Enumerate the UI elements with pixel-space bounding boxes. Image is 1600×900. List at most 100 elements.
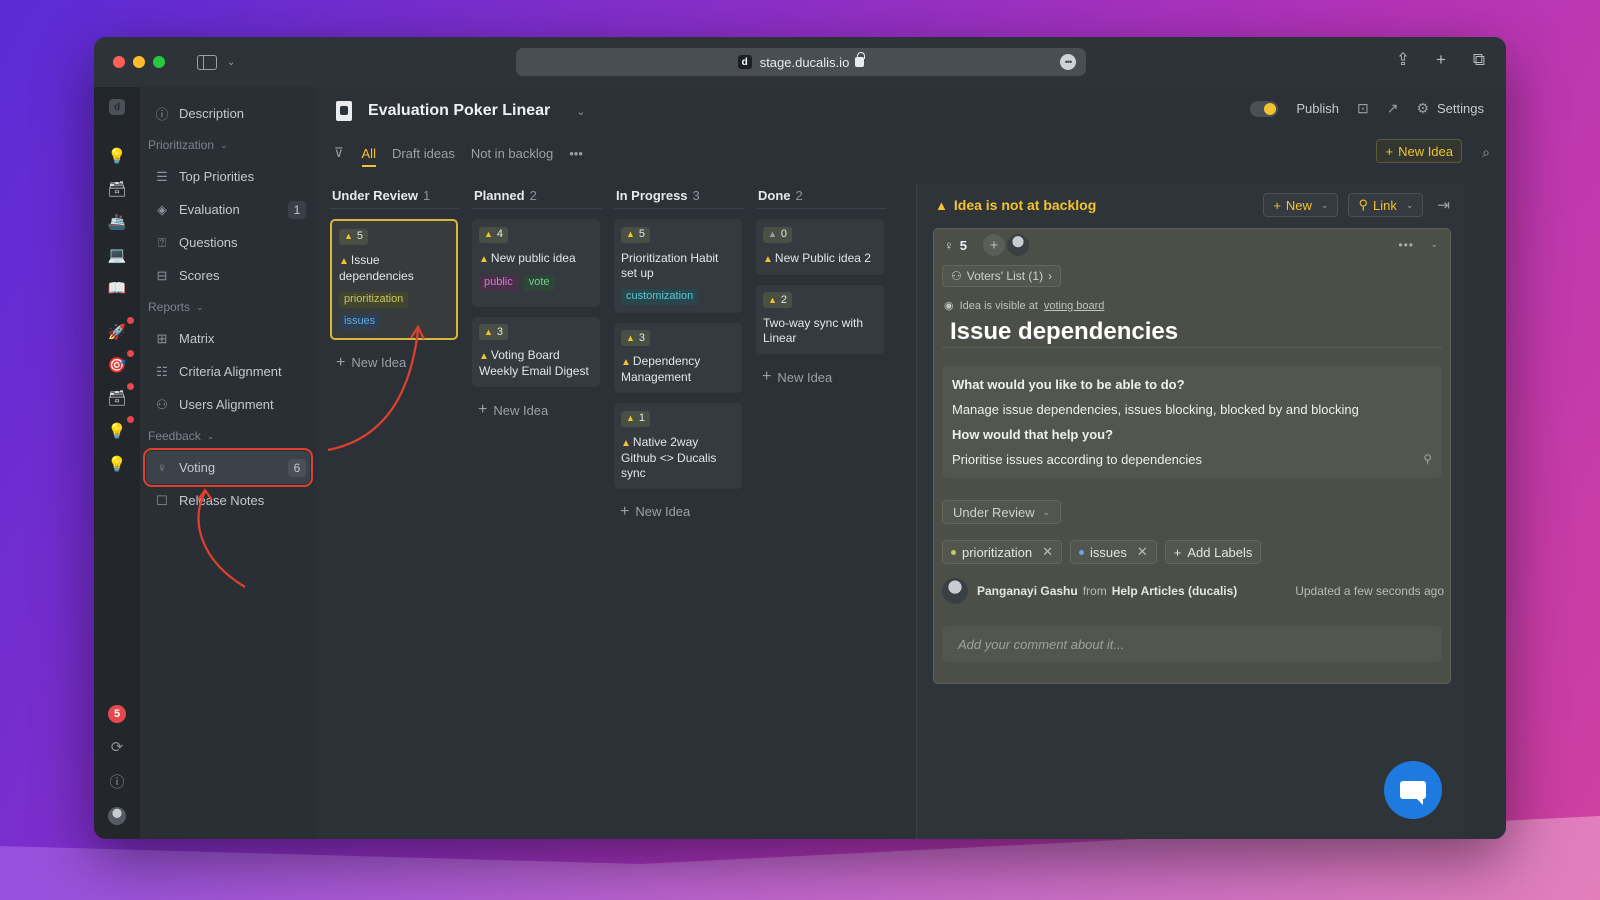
tag[interactable]: vote: [523, 274, 555, 291]
remove-label-icon[interactable]: ✕: [1137, 544, 1148, 560]
idea-card[interactable]: ▲ 5 Prioritization Habit set up customizati…: [614, 219, 742, 313]
section-feedback[interactable]: Feedback ⌄: [140, 421, 316, 451]
remove-label-icon[interactable]: ✕: [1042, 544, 1053, 560]
sidebar-item-top-priorities[interactable]: ☰ Top Priorities: [140, 160, 316, 193]
chevron-down-icon[interactable]: ⌄: [1430, 239, 1438, 250]
add-voter-button[interactable]: +: [982, 234, 1005, 256]
settings-label[interactable]: Settings: [1437, 101, 1484, 116]
new-dropdown-button[interactable]: + New ⌄: [1263, 193, 1339, 217]
app-logo[interactable]: d: [109, 99, 125, 115]
target-icon[interactable]: 🎯: [106, 350, 134, 376]
add-idea-button[interactable]: + New Idea: [756, 368, 886, 386]
author-avatar[interactable]: [942, 578, 968, 604]
voters-list-button[interactable]: ⚇ Voters' List (1) ›: [942, 265, 1062, 287]
idea-card[interactable]: ▲ 4 ▲ New public idea public vote: [472, 219, 600, 307]
sidebar-item-users-alignment[interactable]: ⚇ Users Alignment: [140, 388, 316, 421]
vote-badge[interactable]: ▲ 1: [621, 410, 651, 427]
idea-card[interactable]: ▲ 1 ▲ Native 2way Github <> Ducalis sync: [614, 403, 742, 489]
share-icon[interactable]: ⇪: [1394, 51, 1412, 69]
idea-card[interactable]: ▲ 5 ▲ Issue dependencies prioritization issue…: [330, 219, 458, 340]
archive-icon[interactable]: 🗃: [106, 383, 134, 409]
project-title[interactable]: Evaluation Poker Linear: [368, 102, 550, 120]
add-idea-button[interactable]: + New Idea: [330, 354, 460, 372]
sidebar-item-voting[interactable]: ♀ Voting 6: [143, 448, 313, 487]
sidebar-item-evaluation[interactable]: ◈ Evaluation 1: [140, 193, 316, 226]
laptop-icon[interactable]: 💻: [106, 244, 128, 266]
chevron-down-icon[interactable]: ⌄: [227, 57, 235, 68]
external-link-icon[interactable]: ↗: [1387, 100, 1399, 117]
help-icon[interactable]: ⓘ: [109, 771, 124, 792]
column-header[interactable]: Done 2: [756, 183, 886, 209]
tab-draft-ideas[interactable]: Draft ideas: [392, 146, 455, 161]
voting-board-link[interactable]: voting board: [1044, 300, 1105, 312]
new-idea-button[interactable]: + New Idea: [1376, 139, 1462, 163]
filter-icon[interactable]: ⊽: [334, 145, 344, 161]
idea-card[interactable]: ▲ 2 Two-way sync with Linear: [756, 284, 884, 354]
idea-description[interactable]: What would you like to be able to do? Ma…: [942, 366, 1442, 478]
lightbulb-icon[interactable]: 💡: [106, 416, 134, 442]
close-window-button[interactable]: [113, 56, 125, 68]
publish-toggle[interactable]: [1250, 100, 1279, 117]
link-dropdown-button[interactable]: ⚲ Link ⌄: [1348, 193, 1424, 217]
column-header[interactable]: Under Review 1: [330, 183, 460, 209]
tab-not-in-backlog[interactable]: Not in backlog: [471, 146, 553, 161]
sync-icon[interactable]: ⟳: [111, 738, 124, 756]
page-menu-icon[interactable]: •••: [1060, 54, 1076, 70]
author-source[interactable]: Help Articles (ducalis): [1112, 584, 1238, 598]
gear-icon[interactable]: ⚙: [1416, 100, 1429, 117]
author-name[interactable]: Panganayi Gashu: [977, 584, 1078, 598]
vote-badge[interactable]: ▲ 4: [479, 226, 509, 243]
label-chip[interactable]: issues ✕: [1070, 540, 1157, 564]
tag[interactable]: prioritization: [339, 291, 409, 308]
sidebar-item-description[interactable]: ⓘ Description: [140, 97, 316, 130]
board-icon[interactable]: 🗃: [106, 178, 128, 200]
zoom-window-button[interactable]: [153, 56, 165, 68]
more-tabs-icon[interactable]: •••: [569, 146, 583, 161]
sidebar-item-matrix[interactable]: ⊞ Matrix: [140, 322, 316, 355]
vote-badge[interactable]: ▲ 5: [339, 228, 369, 245]
label-chip[interactable]: prioritization ✕: [942, 540, 1062, 564]
sidebar-item-criteria-alignment[interactable]: ☷ Criteria Alignment: [140, 355, 316, 388]
tag[interactable]: public: [479, 274, 518, 291]
comment-input[interactable]: Add your comment about it...: [942, 626, 1442, 662]
idea-title[interactable]: Issue dependencies: [942, 316, 1442, 348]
chat-button[interactable]: [1384, 761, 1442, 819]
tab-overview-icon[interactable]: ⧉: [1470, 51, 1488, 69]
rocket-icon[interactable]: 🚀: [106, 317, 134, 343]
vote-badge[interactable]: ▲ 3: [621, 330, 651, 346]
tag[interactable]: issues: [339, 313, 381, 330]
book-icon[interactable]: 📖: [106, 277, 128, 299]
sidebar-toggle-icon[interactable]: [197, 54, 217, 70]
voter-avatar[interactable]: [1006, 234, 1029, 256]
section-prioritization[interactable]: Prioritization ⌄: [140, 130, 316, 160]
ship-icon[interactable]: 🚢: [106, 211, 128, 233]
idea-card[interactable]: ▲ 0 ▲ New Public idea 2: [756, 219, 884, 275]
more-options-icon[interactable]: •••: [1398, 238, 1414, 252]
vote-badge[interactable]: ▲ 0: [763, 226, 793, 243]
minimize-window-button[interactable]: [133, 56, 145, 68]
user-avatar[interactable]: [108, 807, 126, 825]
publish-label[interactable]: Publish: [1296, 101, 1339, 116]
tab-all[interactable]: All: [361, 146, 377, 167]
collapse-panel-icon[interactable]: ⇥: [1437, 196, 1450, 214]
address-bar[interactable]: d stage.ducalis.io •••: [516, 48, 1086, 76]
add-idea-button[interactable]: + New Idea: [472, 401, 602, 419]
unlock-icon[interactable]: ⊡: [1357, 100, 1369, 117]
column-header[interactable]: Planned 2: [472, 183, 602, 209]
idea-card[interactable]: ▲ 3 ▲ Voting Board Weekly Email Digest: [472, 316, 600, 387]
status-select[interactable]: Under Review ⌄: [942, 500, 1062, 524]
notifications-badge[interactable]: 5: [108, 705, 126, 723]
idea-card[interactable]: ▲ 3 ▲ Dependency Management: [614, 322, 742, 393]
new-tab-icon[interactable]: +: [1432, 51, 1450, 69]
add-labels-button[interactable]: + Add Labels: [1164, 540, 1262, 564]
sidebar-item-questions[interactable]: ⍰ Questions: [140, 226, 316, 259]
lightbulb-icon[interactable]: 💡: [106, 453, 128, 475]
vote-badge[interactable]: ▲ 2: [763, 292, 793, 308]
sidebar-item-release-notes[interactable]: ☐ Release Notes: [140, 484, 316, 517]
section-reports[interactable]: Reports ⌄: [140, 292, 316, 322]
vote-badge[interactable]: ▲ 5: [621, 226, 651, 243]
sidebar-item-scores[interactable]: ⊟ Scores: [140, 259, 316, 292]
vote-badge[interactable]: ▲ 3: [479, 324, 509, 340]
chevron-down-icon[interactable]: ⌄: [576, 105, 585, 118]
add-idea-button[interactable]: + New Idea: [614, 503, 744, 521]
